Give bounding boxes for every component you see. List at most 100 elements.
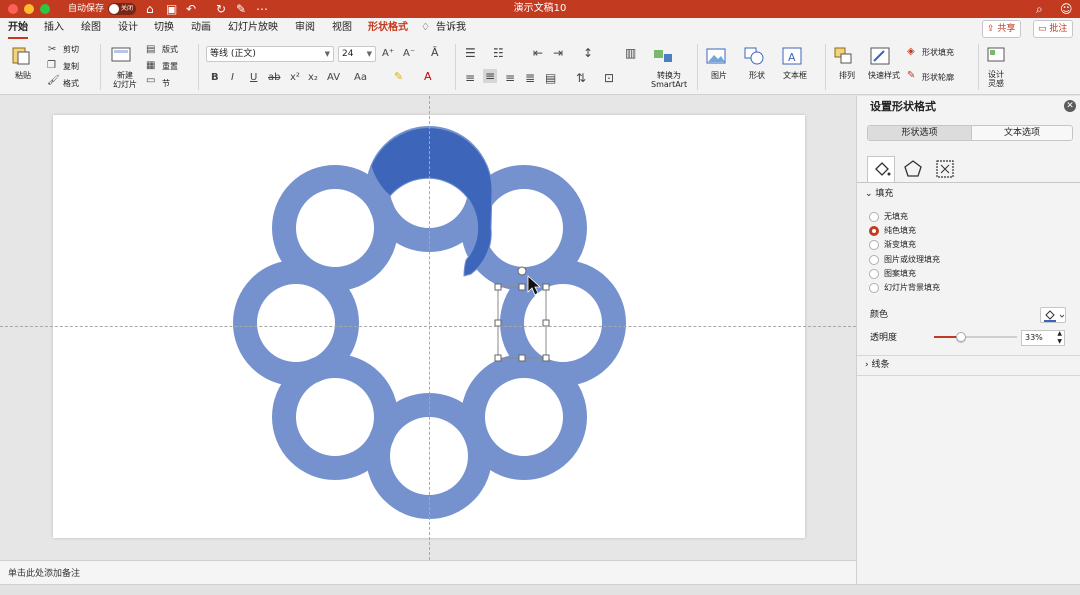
designer-icon[interactable] — [985, 45, 1007, 65]
font-color-icon[interactable]: A — [424, 70, 432, 84]
shape-fill-label[interactable]: 形状填充 — [922, 48, 954, 58]
status-bar — [0, 584, 1080, 595]
layout-label[interactable]: 版式 — [162, 45, 178, 55]
layout-icon[interactable]: ▤ — [146, 43, 155, 57]
increase-font-icon[interactable]: A⁺ — [382, 47, 394, 61]
close-icon[interactable]: ✕ — [1064, 100, 1076, 112]
decrease-font-icon[interactable]: A⁻ — [403, 47, 415, 61]
size-icon — [936, 160, 954, 178]
section-icon[interactable]: ▭ — [146, 74, 155, 88]
share-button[interactable]: ⇪ 共享 — [982, 20, 1022, 38]
shape-icon[interactable] — [743, 46, 765, 66]
cut-label[interactable]: 剪切 — [63, 45, 79, 55]
transparency-slider-thumb[interactable] — [956, 332, 967, 342]
section-label[interactable]: 节 — [162, 79, 170, 89]
arrange-icon[interactable] — [833, 46, 855, 66]
cut-icon[interactable]: ✂ — [48, 43, 56, 57]
reset-label[interactable]: 重置 — [162, 62, 178, 72]
shape-fill-icon[interactable]: ◈ — [907, 45, 915, 59]
bold-icon[interactable]: B — [211, 71, 219, 85]
superscript-icon[interactable]: x² — [290, 71, 300, 85]
tab-tell-me[interactable]: 告诉我 — [436, 21, 466, 35]
ribbon-separator — [100, 44, 101, 90]
notes-placeholder: 单击此处添加备注 — [8, 569, 81, 579]
format-painter-label[interactable]: 格式 — [63, 79, 79, 89]
comment-button[interactable]: ▭ 批注 — [1033, 20, 1074, 38]
search-icon[interactable]: ⌕ — [1036, 1, 1043, 17]
account-icon[interactable]: ☺ — [1060, 1, 1073, 17]
tab-draw[interactable]: 绘图 — [81, 21, 101, 35]
line-spacing-icon[interactable]: ↕ — [583, 46, 593, 60]
tab-slideshow[interactable]: 幻灯片放映 — [228, 21, 278, 35]
size-properties-tab[interactable] — [931, 156, 959, 182]
arrange-label[interactable]: 排列 — [839, 71, 855, 81]
radio-label: 渐变填充 — [884, 240, 916, 249]
tab-review[interactable]: 审阅 — [295, 21, 315, 35]
copy-icon[interactable]: ❐ — [47, 59, 56, 73]
shape-label[interactable]: 形状 — [749, 71, 765, 81]
reset-icon[interactable]: ▦ — [146, 59, 155, 73]
bullets-icon[interactable]: ☰ — [465, 46, 476, 60]
panel-divider — [857, 375, 1080, 376]
format-painter-icon[interactable]: 🖌 — [47, 74, 60, 88]
clear-format-icon[interactable]: Ā — [431, 46, 439, 60]
notes-pane[interactable]: 单击此处添加备注 — [0, 560, 856, 584]
subscript-icon[interactable]: x₂ — [308, 71, 318, 85]
align-right-icon[interactable]: ≡ — [505, 71, 515, 85]
strikethrough-icon[interactable]: ab — [268, 71, 280, 85]
distributed-icon[interactable]: ▤ — [545, 71, 556, 85]
tab-home[interactable]: 开始 — [8, 21, 28, 39]
font-name-select[interactable]: 等线 (正文) ▼ — [206, 46, 334, 62]
smartart-icon[interactable] — [652, 46, 674, 66]
transparency-input[interactable]: 33% ▲ ▼ — [1021, 330, 1065, 346]
increase-indent-icon[interactable]: ⇥ — [553, 46, 563, 60]
textbox-icon[interactable]: A — [781, 46, 803, 66]
columns-icon[interactable]: ▥ — [625, 46, 636, 60]
convert-smartart-label[interactable]: 转换为 SmartArt — [651, 71, 687, 89]
underline-icon[interactable]: U — [250, 71, 257, 85]
paint-bucket-icon — [875, 162, 891, 176]
quick-styles-icon[interactable] — [869, 46, 891, 66]
line-section-label: 线条 — [871, 360, 890, 370]
italic-icon[interactable]: I — [231, 71, 234, 85]
picture-label[interactable]: 图片 — [711, 71, 727, 81]
align-center-icon[interactable]: ≡ — [483, 69, 498, 83]
tab-design[interactable]: 设计 — [118, 21, 138, 35]
shape-outline-icon[interactable]: ✎ — [907, 69, 915, 83]
transparency-slider[interactable] — [934, 332, 1017, 342]
fill-line-tab[interactable] — [867, 156, 895, 182]
picture-icon[interactable] — [705, 46, 727, 66]
ring-diagram[interactable] — [0, 96, 856, 560]
fill-section-header[interactable]: ⌄ 填充 — [865, 188, 893, 200]
designer-label[interactable]: 设计 灵感 — [988, 70, 1004, 88]
copy-label[interactable]: 复制 — [63, 62, 79, 72]
title-bar: 自动保存 关闭 ⌂ ▣ ↶ ↻ ✎ ⋯ 演示文稿10 ⌕ ☺ — [0, 0, 1080, 18]
effects-tab[interactable] — [899, 156, 927, 182]
numbering-icon[interactable]: ☷ — [493, 46, 504, 60]
font-size-select[interactable]: 24 ▼ — [338, 46, 376, 62]
tab-text-options[interactable]: 文本选项 — [971, 126, 1072, 140]
new-slide-icon[interactable] — [110, 45, 132, 65]
tab-view[interactable]: 视图 — [332, 21, 352, 35]
line-section-header[interactable]: › 线条 — [865, 359, 889, 371]
align-text-icon[interactable]: ⊡ — [604, 71, 614, 85]
textbox-label[interactable]: 文本框 — [783, 71, 807, 81]
change-case-icon[interactable]: Aa — [354, 71, 367, 85]
tab-transitions[interactable]: 切换 — [154, 21, 174, 35]
quick-styles-label[interactable]: 快速样式 — [868, 71, 900, 81]
paste-icon[interactable] — [10, 45, 32, 65]
text-direction-icon[interactable]: ⇅ — [576, 71, 586, 85]
shape-outline-label[interactable]: 形状轮廓 — [922, 73, 954, 83]
stepper-icon[interactable]: ▲ ▼ — [1057, 330, 1062, 346]
tab-shape-options[interactable]: 形状选项 — [868, 126, 971, 140]
color-picker-button[interactable] — [1040, 307, 1066, 323]
tab-shape-format[interactable]: 形状格式 — [368, 21, 408, 35]
tab-insert[interactable]: 插入 — [44, 21, 64, 35]
vertical-guide — [429, 96, 430, 560]
align-left-icon[interactable]: ≡ — [465, 71, 475, 85]
tab-animations[interactable]: 动画 — [191, 21, 211, 35]
decrease-indent-icon[interactable]: ⇤ — [533, 46, 543, 60]
highlight-icon[interactable]: ✎ — [394, 70, 403, 84]
char-spacing-icon[interactable]: AV — [327, 71, 340, 85]
justify-icon[interactable]: ≣ — [525, 71, 535, 85]
